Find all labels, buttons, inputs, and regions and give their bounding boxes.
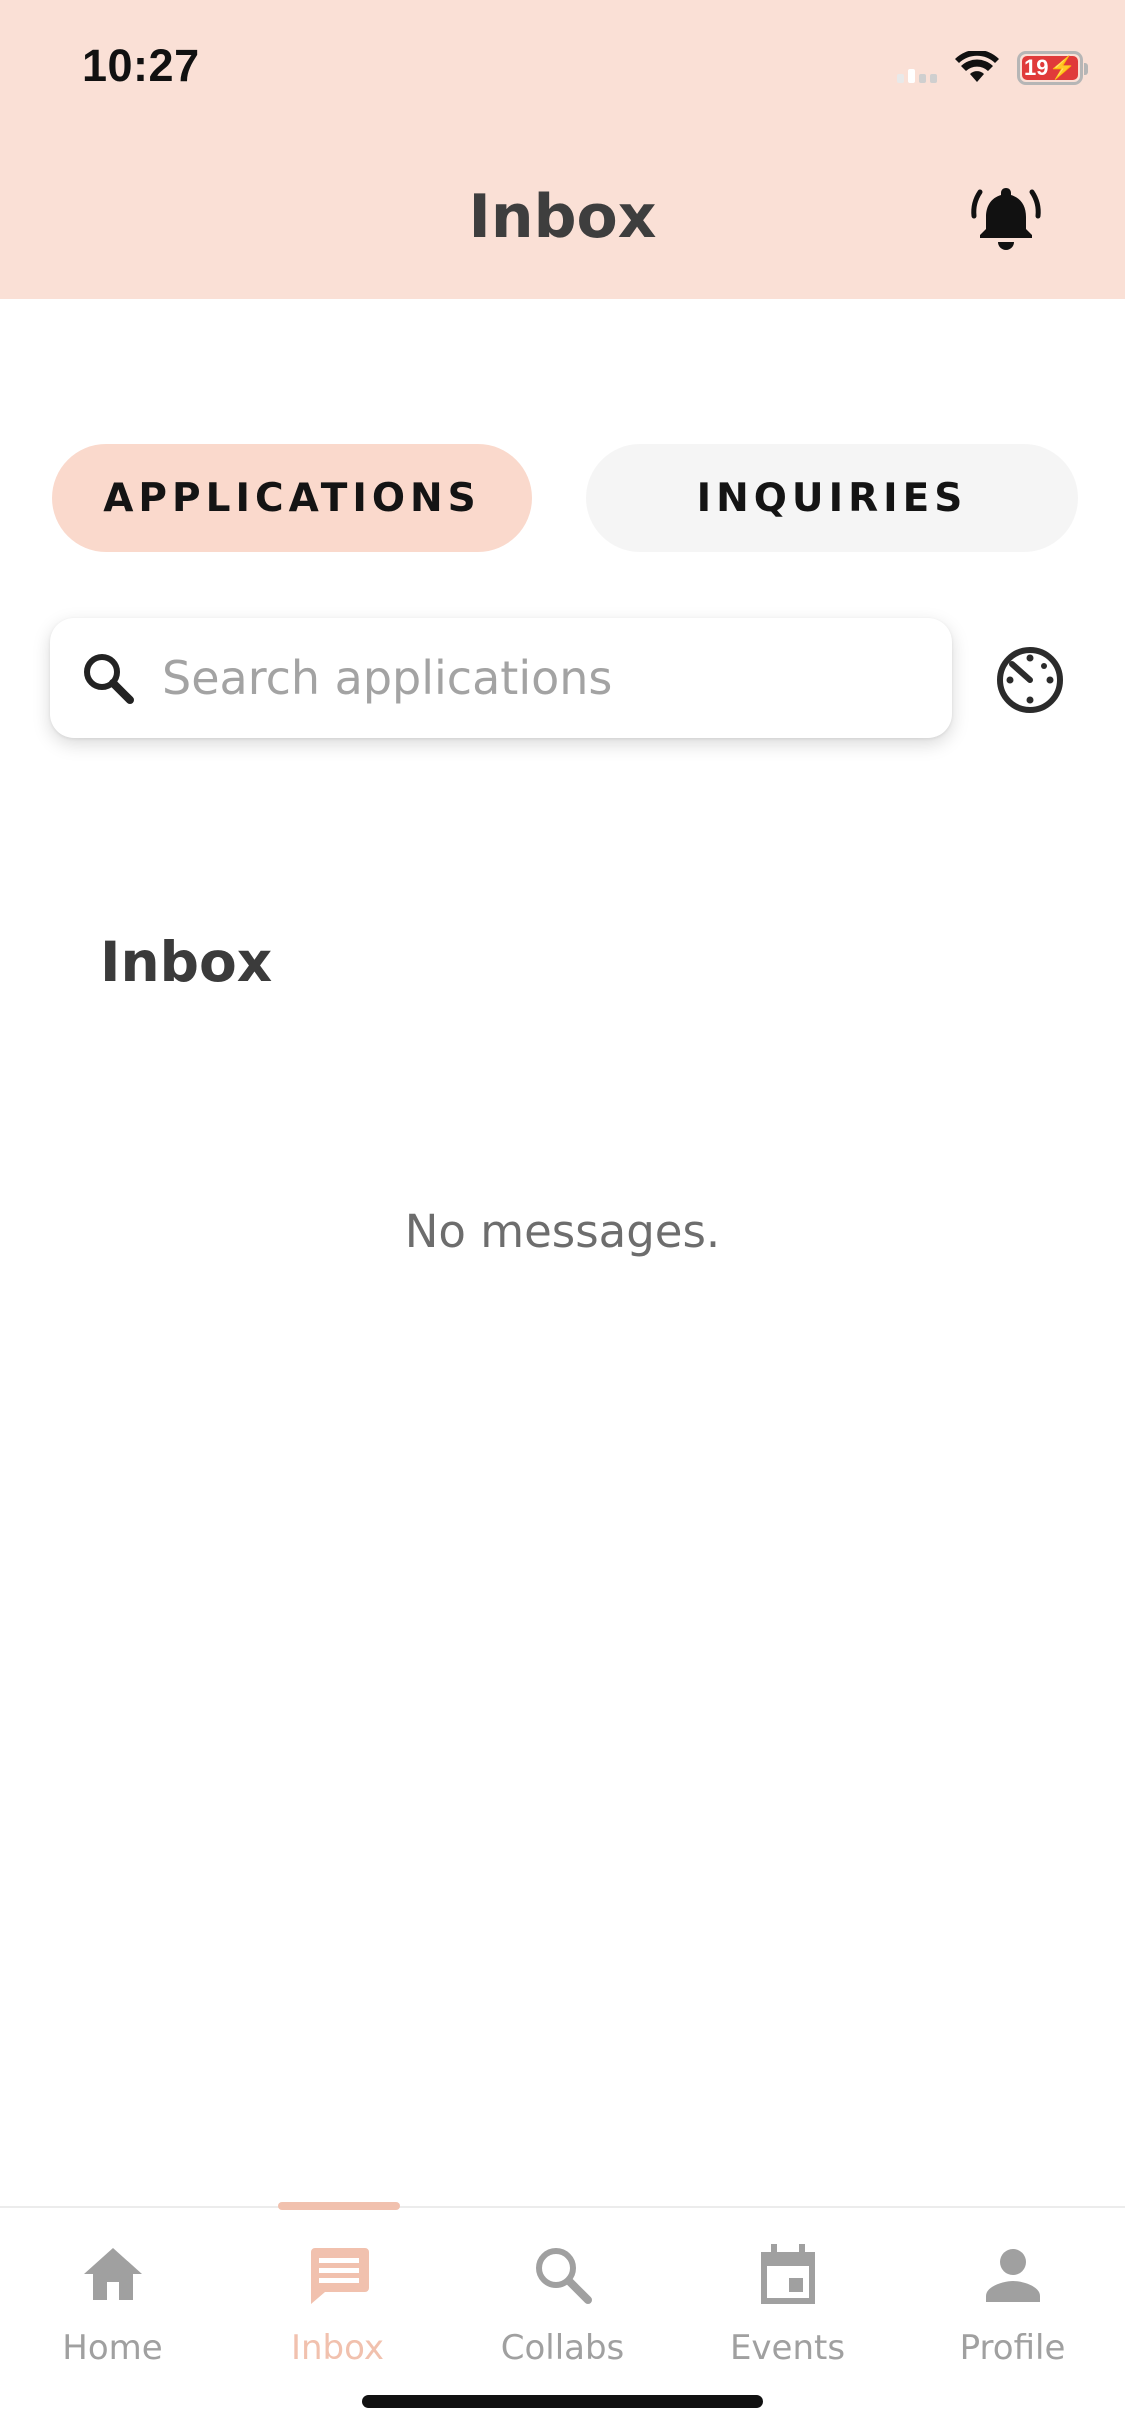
page-title: Inbox: [468, 182, 657, 252]
search-bar: [50, 618, 952, 738]
chat-icon: [311, 2248, 369, 2304]
cellular-signal-icon: [897, 53, 937, 83]
battery-percent: 19: [1024, 55, 1049, 80]
search-icon: [84, 654, 134, 704]
nav-label-profile: Profile: [959, 2328, 1066, 2368]
calendar-icon: [761, 2244, 815, 2304]
nav-home[interactable]: Home: [0, 2232, 225, 2372]
home-icon: [84, 2248, 142, 2300]
active-nav-indicator: [278, 2202, 400, 2210]
nav-inbox[interactable]: Inbox: [225, 2232, 450, 2372]
person-icon: [986, 2249, 1040, 2302]
nav-profile[interactable]: Profile: [900, 2232, 1125, 2372]
nav-label-collabs: Collabs: [500, 2328, 625, 2368]
timer-icon[interactable]: [990, 638, 1070, 718]
inbox-screen: 10:27 19 ⚡ Inbox APPLICATIONS INQUIRIES …: [0, 0, 1125, 2436]
nav-label-home: Home: [62, 2328, 163, 2368]
nav-label-inbox: Inbox: [290, 2328, 385, 2368]
nav-collabs[interactable]: Collabs: [450, 2232, 675, 2372]
status-time: 10:27: [82, 40, 200, 91]
wifi-icon: [955, 51, 999, 82]
search-icon: [536, 2248, 592, 2304]
nav-events[interactable]: Events: [675, 2232, 900, 2372]
home-indicator: [362, 2395, 763, 2408]
battery-icon: 19 ⚡: [1017, 51, 1088, 85]
battery-level: 19 ⚡: [1022, 55, 1078, 80]
nav-label-events: Events: [729, 2328, 846, 2368]
empty-state-message: No messages.: [404, 1205, 721, 1258]
search-input[interactable]: [162, 618, 922, 738]
tab-applications[interactable]: APPLICATIONS: [52, 444, 532, 552]
app-header: 10:27 19 ⚡ Inbox: [0, 0, 1125, 299]
bell-ringing-icon[interactable]: [968, 180, 1044, 256]
status-icons: 19 ⚡: [897, 48, 1088, 88]
section-title: Inbox: [100, 930, 273, 994]
tab-inquiries[interactable]: INQUIRIES: [586, 444, 1078, 552]
